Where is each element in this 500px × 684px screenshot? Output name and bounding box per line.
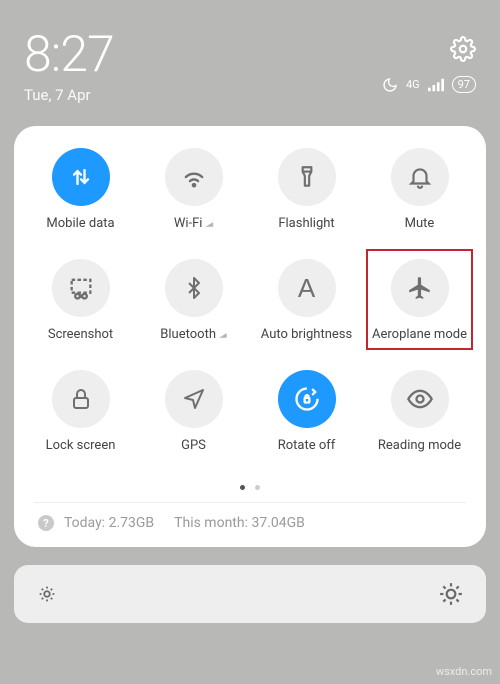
tile-label: Auto brightness: [261, 327, 352, 342]
tile-mobile-data[interactable]: Mobile data: [24, 148, 137, 231]
auto-brightness-icon: A: [298, 273, 315, 304]
tile-label: Aeroplane mode: [372, 327, 467, 342]
tile-gps[interactable]: GPS: [137, 370, 250, 453]
lock-icon: [69, 387, 93, 411]
tile-flashlight[interactable]: Flashlight: [250, 148, 363, 231]
wifi-icon: [180, 163, 208, 191]
tile-auto-brightness[interactable]: A Auto brightness: [250, 259, 363, 342]
quick-settings-panel: Mobile data Wi-Fi◢ Flashlight Mute Scree: [14, 126, 486, 547]
dnd-moon-icon: [382, 77, 398, 93]
tile-screenshot[interactable]: Screenshot: [24, 259, 137, 342]
airplane-icon: [407, 275, 433, 301]
navigation-icon: [182, 387, 206, 411]
flashlight-icon: [294, 164, 320, 190]
tile-label: Screenshot: [48, 327, 113, 342]
brightness-slider[interactable]: [14, 565, 486, 623]
tile-bluetooth[interactable]: Bluetooth◢: [137, 259, 250, 342]
tile-label: Lock screen: [46, 438, 116, 453]
expander-icon[interactable]: ◢: [205, 221, 213, 228]
tile-label: Flashlight: [278, 216, 334, 231]
clock: 8:27: [24, 30, 114, 80]
tile-label: Bluetooth: [160, 327, 216, 342]
eye-icon: [406, 385, 434, 413]
tile-label: GPS: [181, 438, 206, 453]
screenshot-icon: [67, 274, 95, 302]
tile-reading-mode[interactable]: Reading mode: [363, 370, 476, 453]
rotation-lock-icon: [293, 385, 321, 413]
status-bar: 8:27 Tue, 7 Apr 4G 97: [0, 0, 500, 116]
usage-today: Today: 2.73GB: [64, 515, 154, 531]
brightness-low-icon: [36, 583, 58, 605]
page-dot-1: [240, 485, 245, 490]
date: Tue, 7 Apr: [24, 86, 114, 104]
tile-label: Reading mode: [378, 438, 461, 453]
toggle-grid: Mobile data Wi-Fi◢ Flashlight Mute Scree: [24, 148, 476, 453]
network-type: 4G: [406, 78, 420, 91]
tile-label: Mute: [405, 216, 435, 231]
tile-mute[interactable]: Mute: [363, 148, 476, 231]
battery-pill: 97: [452, 76, 476, 93]
tile-wifi[interactable]: Wi-Fi◢: [137, 148, 250, 231]
info-icon: ?: [38, 515, 54, 531]
page-dot-2: [255, 485, 260, 490]
brightness-high-icon: [438, 581, 464, 607]
page-indicator[interactable]: [24, 475, 476, 494]
tile-aeroplane-mode[interactable]: Aeroplane mode: [363, 259, 476, 342]
usage-month: This month: 37.04GB: [174, 515, 305, 531]
expander-icon[interactable]: ◢: [219, 332, 227, 339]
settings-gear-icon[interactable]: [450, 36, 476, 62]
bluetooth-icon: [182, 276, 206, 300]
signal-bars-icon: [428, 78, 444, 92]
data-usage-row[interactable]: ? Today: 2.73GB This month: 37.04GB: [24, 503, 476, 533]
tile-lock-screen[interactable]: Lock screen: [24, 370, 137, 453]
tile-rotate-off[interactable]: Rotate off: [250, 370, 363, 453]
watermark: wsxdn.com: [436, 665, 492, 678]
tile-label: Wi-Fi: [174, 216, 203, 231]
mobile-data-icon: [67, 163, 95, 191]
status-tray: 4G 97: [382, 76, 476, 93]
tile-label: Rotate off: [278, 438, 336, 453]
bell-icon: [407, 164, 433, 190]
tile-label: Mobile data: [46, 216, 114, 231]
